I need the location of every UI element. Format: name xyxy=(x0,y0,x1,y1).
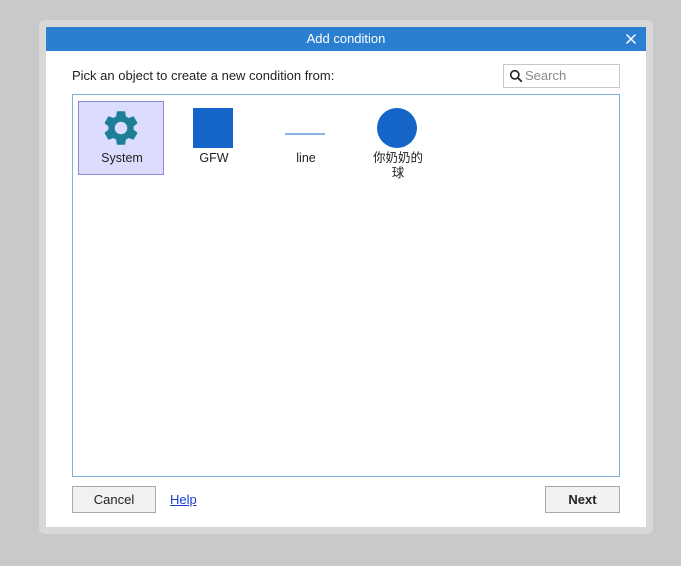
object-label-system: System xyxy=(101,151,143,165)
dialog-titlebar: Add condition xyxy=(46,27,646,51)
object-tile-line[interactable]: line xyxy=(263,101,349,175)
object-label-line: line xyxy=(296,151,316,165)
close-icon xyxy=(625,33,637,45)
blue-square-icon xyxy=(193,108,233,148)
help-link[interactable]: Help xyxy=(170,492,197,507)
add-condition-dialog: Add condition Pick an object to create a… xyxy=(46,27,646,527)
next-button[interactable]: Next xyxy=(545,486,620,513)
object-label-gfw: GFW xyxy=(199,151,229,165)
object-tile-system[interactable]: System xyxy=(78,101,164,175)
object-tile-gfw[interactable]: GFW xyxy=(171,101,257,175)
blue-circle-icon xyxy=(377,108,417,148)
search-box[interactable] xyxy=(503,64,620,88)
object-label-ball: 你奶奶的 球 xyxy=(372,151,423,180)
dialog-title: Add condition xyxy=(306,31,386,46)
object-list: System GFW line 你奶奶的 球 xyxy=(72,94,620,477)
line-icon xyxy=(285,133,325,135)
dialog-prompt: Pick an object to create a new condition… xyxy=(72,68,335,83)
cancel-button[interactable]: Cancel xyxy=(72,486,156,513)
gear-icon xyxy=(104,111,138,145)
close-button[interactable] xyxy=(622,30,640,48)
search-input[interactable] xyxy=(525,66,615,85)
search-icon xyxy=(509,69,523,83)
object-tile-ball[interactable]: 你奶奶的 球 xyxy=(355,101,441,180)
